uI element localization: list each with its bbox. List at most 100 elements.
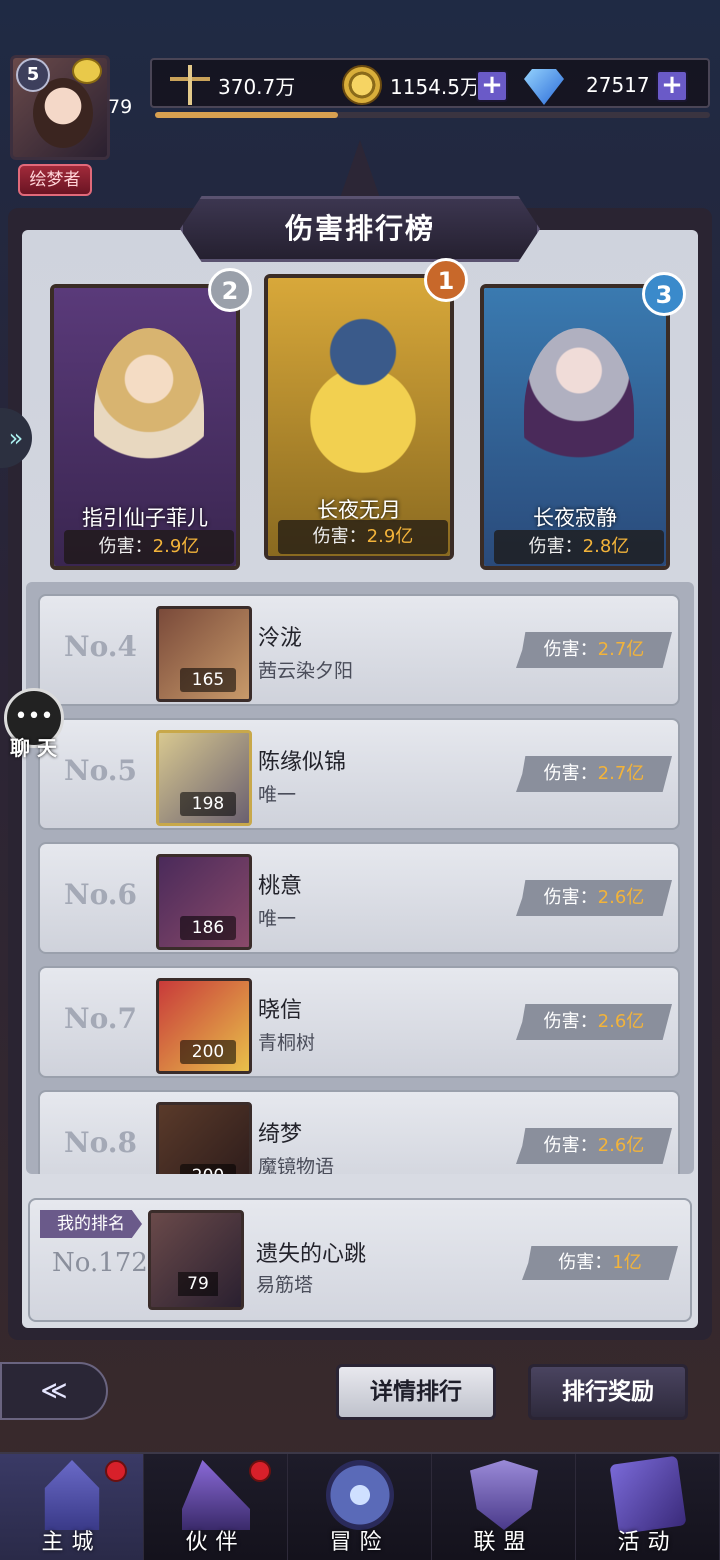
damage-value: 2.9亿 — [366, 526, 414, 547]
damage-tag: 伤害：2.6亿 — [516, 880, 672, 916]
tab-label: 活动 — [617, 1530, 678, 1555]
page-title: 伤害排行榜 — [284, 212, 435, 245]
ranking-rewards-button[interactable]: 排行奖励 — [528, 1364, 688, 1420]
tab-label: 联盟 — [473, 1530, 534, 1555]
player-name: 桃意 — [258, 874, 303, 899]
tab-label: 主城 — [41, 1530, 102, 1555]
bronze-medal-icon: 3 — [642, 272, 686, 316]
player-name: 绮梦 — [258, 1122, 303, 1147]
damage-value: 2.7亿 — [597, 763, 645, 784]
tab-events[interactable]: 活动 — [576, 1454, 720, 1560]
rank-number: No.7 — [64, 1002, 138, 1035]
rank-number: No.6 — [64, 878, 138, 911]
my-name: 遗失的心跳 — [256, 1242, 367, 1267]
power-value: 370.7万 — [218, 74, 296, 99]
damage-label: 伤害： — [543, 1135, 598, 1156]
damage-label: 伤害： — [528, 536, 583, 557]
damage-value: 2.6亿 — [597, 1135, 645, 1156]
portrait-level: 186 — [180, 916, 236, 940]
damage-value: 2.6亿 — [597, 1011, 645, 1032]
player-title-badge[interactable]: 绘梦者 — [18, 164, 92, 196]
podium-card-1[interactable]: 长夜无月 伤害：2.9亿 — [264, 274, 454, 560]
guild-name: 茜云染夕阳 — [258, 660, 354, 682]
my-guild: 易筋塔 — [256, 1274, 314, 1296]
tab-alliance[interactable]: 联盟 — [432, 1454, 576, 1560]
podium-name: 长夜寂静 — [533, 506, 617, 530]
chat-label: 聊 天 — [10, 736, 57, 760]
vip-badge: 5 — [16, 58, 50, 92]
back-button[interactable]: ≪ — [0, 1362, 108, 1420]
character-art — [308, 318, 418, 488]
podium-card-3[interactable]: 长夜寂静 伤害：2.8亿 — [480, 284, 670, 570]
my-rank-tag: 我的排名 — [40, 1210, 142, 1238]
detail-ranking-button[interactable]: 详情排行 — [336, 1364, 496, 1420]
damage-label: 伤害： — [543, 887, 598, 908]
my-damage-tag: 伤害：1亿 — [522, 1246, 678, 1280]
guild-name: 魔镜物语 — [258, 1156, 335, 1174]
podium-name: 指引仙子菲儿 — [82, 506, 208, 530]
portrait-level: 200 — [180, 1040, 236, 1064]
diamond-icon — [524, 69, 564, 105]
damage-label: 伤害： — [543, 1011, 598, 1032]
rank-number: No.4 — [64, 630, 138, 663]
portrait-level: 198 — [180, 792, 236, 816]
damage-tag: 伤害：2.6亿 — [516, 1004, 672, 1040]
damage-label: 伤害： — [312, 526, 367, 547]
sword-icon — [170, 65, 210, 105]
player-name: 陈缘似锦 — [258, 750, 347, 775]
damage-value: 2.6亿 — [597, 887, 645, 908]
gem-resource: 27517 — [524, 60, 650, 110]
character-art — [524, 328, 634, 498]
tab-label: 伙伴 — [185, 1530, 246, 1555]
damage-tag: 伤害：2.7亿 — [516, 756, 672, 792]
castle-icon — [44, 1460, 100, 1530]
damage-tag: 伤害：2.7亿 — [516, 632, 672, 668]
bottom-nav: 主城 伙伴 冒险 联盟 活动 — [0, 1452, 720, 1560]
compass-icon — [326, 1460, 394, 1530]
player-name: 泠泷 — [258, 626, 303, 651]
add-gold-button[interactable]: + — [476, 70, 508, 102]
damage-tag: 伤害：2.6亿 — [516, 1128, 672, 1164]
damage-label: 伤害： — [543, 639, 598, 660]
coin-icon — [342, 65, 382, 105]
guild-name: 唯一 — [258, 784, 297, 806]
my-rank-row[interactable]: 我的排名 No.1720 79 遗失的心跳 易筋塔 伤害：1亿 — [28, 1198, 692, 1322]
ranking-list[interactable]: No.4 165 泠泷 茜云染夕阳 伤害：2.7亿 No.5 198 陈缘似锦 … — [26, 582, 694, 1174]
gold-value: 1154.5万 — [390, 74, 480, 99]
damage-value: 2.7亿 — [597, 639, 645, 660]
ranking-row[interactable]: No.5 198 陈缘似锦 唯一 伤害：2.7亿 — [38, 718, 680, 830]
cards-icon — [609, 1455, 687, 1535]
add-gems-button[interactable]: + — [656, 70, 688, 102]
shield-icon — [470, 1460, 538, 1530]
guild-name: 唯一 — [258, 908, 297, 930]
ranking-row[interactable]: No.7 200 晓信 青桐树 伤害：2.6亿 — [38, 966, 680, 1078]
tab-main-city[interactable]: 主城 — [0, 1454, 144, 1560]
player-level: 79 — [108, 96, 133, 118]
damage-value: 2.8亿 — [582, 536, 630, 557]
gems-value: 27517 — [586, 73, 650, 97]
damage-label: 伤害： — [543, 763, 598, 784]
damage-label: 伤害： — [558, 1252, 613, 1273]
character-art — [94, 328, 204, 498]
tab-partners[interactable]: 伙伴 — [144, 1454, 288, 1560]
silver-medal-icon: 2 — [208, 268, 252, 312]
power-resource: 370.7万 — [170, 60, 295, 110]
podium-card-2[interactable]: 指引仙子菲儿 伤害：2.9亿 — [50, 284, 240, 570]
ranking-row[interactable]: No.6 186 桃意 唯一 伤害：2.6亿 — [38, 842, 680, 954]
player-name: 晓信 — [258, 998, 303, 1023]
tab-label: 冒险 — [329, 1530, 390, 1555]
damage-value: 2.9亿 — [152, 536, 200, 557]
portrait-level: 165 — [180, 668, 236, 692]
podium-damage: 伤害：2.8亿 — [494, 530, 664, 564]
my-level: 79 — [178, 1272, 218, 1296]
ranking-row[interactable]: No.4 165 泠泷 茜云染夕阳 伤害：2.7亿 — [38, 594, 680, 706]
tab-adventure[interactable]: 冒险 — [288, 1454, 432, 1560]
exp-bar — [155, 112, 710, 118]
ranking-row[interactable]: No.8 200 绮梦 魔镜物语 伤害：2.6亿 — [38, 1090, 680, 1174]
podium-damage: 伤害：2.9亿 — [64, 530, 234, 564]
podium-damage: 伤害：2.9亿 — [278, 520, 448, 554]
gold-resource: 1154.5万 — [342, 60, 480, 110]
witch-hat-icon — [182, 1460, 250, 1530]
guild-name: 青桐树 — [258, 1032, 316, 1054]
notification-dot — [105, 1460, 127, 1482]
